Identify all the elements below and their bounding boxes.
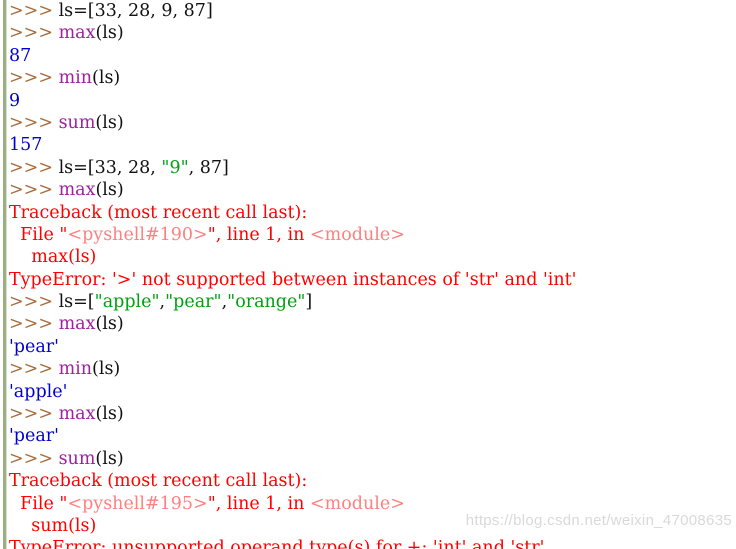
token-plain: ls=[33, 28, 9, 87] bbox=[58, 1, 213, 21]
console-line-error: File "<pyshell#190>", line 1, in <module… bbox=[9, 224, 736, 246]
console-line-input: >>> max(ls) bbox=[9, 403, 736, 425]
token-output: 157 bbox=[9, 135, 43, 156]
prompt-marker: >>> bbox=[9, 1, 59, 21]
token-builtin: max bbox=[58, 314, 96, 335]
console-line-input: >>> ls=[33, 28, "9", 87] bbox=[9, 157, 736, 179]
shell-console-output[interactable]: >>> ls=[33, 28, 9, 87] >>> max(ls) 87 >>> m… bbox=[9, 0, 736, 549]
token-plain: (ls) bbox=[95, 448, 124, 469]
console-line-error: max(ls) bbox=[9, 246, 736, 268]
token-string: "9" bbox=[161, 157, 189, 178]
token-plain: (ls) bbox=[95, 314, 124, 335]
token-errfile: <pyshell#190> bbox=[67, 224, 208, 245]
console-line-input: >>> min(ls) bbox=[9, 67, 736, 89]
token-output: 87 bbox=[9, 45, 32, 66]
token-builtin: max bbox=[58, 23, 96, 44]
console-line-error: TypeError: '>' not supported between ins… bbox=[9, 269, 736, 291]
console-line-input: >>> max(ls) bbox=[9, 313, 736, 335]
token-plain: (ls) bbox=[92, 359, 121, 380]
token-builtin: max bbox=[58, 404, 96, 425]
console-line-output: 'pear' bbox=[9, 336, 736, 358]
token-plain: (ls) bbox=[95, 112, 124, 133]
token-string: "orange" bbox=[227, 292, 306, 313]
token-plain: ] bbox=[305, 292, 313, 313]
token-error: File " bbox=[9, 493, 68, 514]
token-output: 9 bbox=[9, 90, 21, 111]
console-line-output: 87 bbox=[9, 45, 736, 67]
token-errfile: <module> bbox=[309, 224, 405, 245]
token-error: ", line 1, in bbox=[207, 224, 310, 245]
token-plain: (ls) bbox=[92, 68, 121, 89]
prompt-marker: >>> bbox=[9, 404, 59, 425]
console-line-output: 'apple' bbox=[9, 381, 736, 403]
token-plain: (ls) bbox=[95, 180, 124, 201]
token-builtin: min bbox=[58, 359, 93, 380]
console-line-input: >>> ls=[33, 28, 9, 87] bbox=[9, 0, 736, 22]
prompt-marker: >>> bbox=[9, 359, 59, 380]
token-errfile: <module> bbox=[309, 493, 405, 514]
token-output: 'pear' bbox=[9, 426, 59, 447]
token-error: Traceback (most recent call last): bbox=[9, 471, 308, 492]
token-output: 'pear' bbox=[9, 336, 59, 357]
python-shell-window[interactable]: >>> ls=[33, 28, 9, 87] >>> max(ls) 87 >>> m… bbox=[0, 0, 736, 549]
console-line-output: 9 bbox=[9, 90, 736, 112]
console-line-error: TypeError: unsupported operand type(s) f… bbox=[9, 537, 736, 549]
token-errfile: <pyshell#195> bbox=[67, 493, 208, 514]
prompt-marker: >>> bbox=[9, 23, 59, 44]
console-line-input: >>> max(ls) bbox=[9, 179, 736, 201]
console-line-input: >>> sum(ls) bbox=[9, 448, 736, 470]
prompt-marker: >>> bbox=[9, 448, 59, 469]
console-line-input: >>> max(ls) bbox=[9, 22, 736, 44]
prompt-marker: >>> bbox=[9, 180, 59, 201]
token-plain: ls=[33, 28, bbox=[58, 157, 162, 178]
console-line-input: >>> sum(ls) bbox=[9, 112, 736, 134]
console-line-error: sum(ls) bbox=[9, 515, 736, 537]
token-plain: , 87] bbox=[188, 157, 229, 178]
console-line-error: Traceback (most recent call last): bbox=[9, 470, 736, 492]
prompt-marker: >>> bbox=[9, 157, 59, 178]
token-error: TypeError: '>' not supported between ins… bbox=[9, 269, 577, 290]
token-string: "apple" bbox=[94, 292, 160, 313]
token-plain: (ls) bbox=[95, 23, 124, 44]
token-error: Traceback (most recent call last): bbox=[9, 202, 308, 223]
console-line-error: File "<pyshell#195>", line 1, in <module… bbox=[9, 493, 736, 515]
console-line-input: >>> min(ls) bbox=[9, 358, 736, 380]
token-error: max(ls) bbox=[9, 247, 97, 268]
token-error: File " bbox=[9, 224, 68, 245]
prompt-marker: >>> bbox=[9, 314, 59, 335]
token-plain: ls=[ bbox=[58, 292, 95, 313]
token-string: "pear" bbox=[165, 292, 222, 313]
token-error: TypeError: unsupported operand type(s) f… bbox=[9, 538, 545, 549]
console-line-output: 'pear' bbox=[9, 425, 736, 447]
token-error: ", line 1, in bbox=[207, 493, 310, 514]
console-line-output: 157 bbox=[9, 134, 736, 156]
token-output: 'apple' bbox=[9, 381, 68, 402]
token-builtin: min bbox=[58, 68, 93, 89]
console-line-input: >>> ls=["apple","pear","orange"] bbox=[9, 291, 736, 313]
prompt-marker: >>> bbox=[9, 112, 59, 133]
token-builtin: max bbox=[58, 180, 96, 201]
console-line-error: Traceback (most recent call last): bbox=[9, 202, 736, 224]
prompt-marker: >>> bbox=[9, 68, 59, 89]
shell-gutter-line bbox=[3, 0, 7, 549]
prompt-marker: >>> bbox=[9, 292, 59, 313]
token-error: sum(ls) bbox=[9, 515, 97, 536]
token-plain: (ls) bbox=[95, 404, 124, 425]
token-builtin: sum bbox=[58, 112, 96, 133]
token-builtin: sum bbox=[58, 448, 96, 469]
